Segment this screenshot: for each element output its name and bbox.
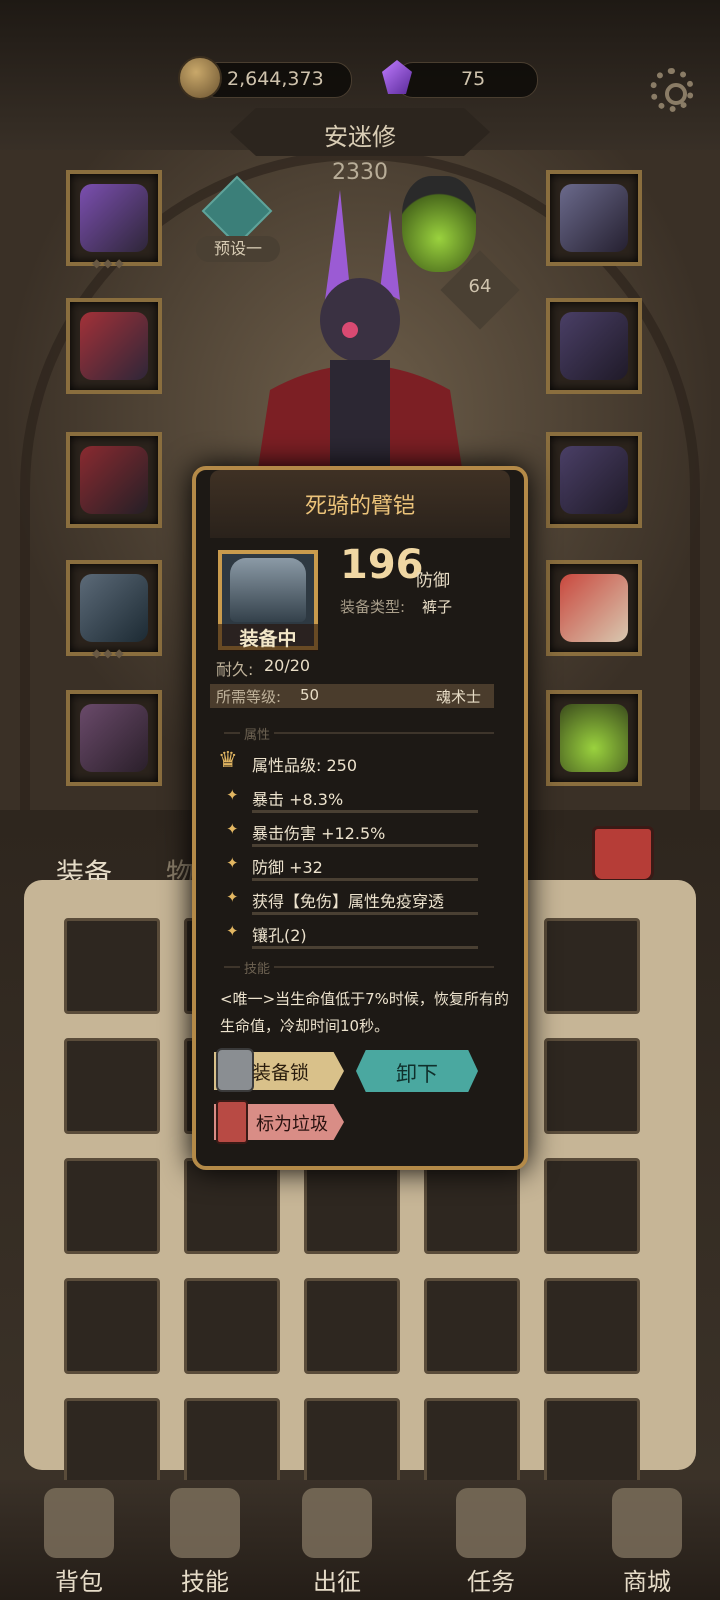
attribute-line: 暴击 +8.3% [252, 790, 344, 809]
defense-value: 196 [340, 542, 424, 588]
equip-slot-accessory-3[interactable] [546, 432, 642, 528]
inventory-slot[interactable] [544, 1158, 640, 1254]
attribute-star-icon: ✦ [226, 786, 239, 804]
pet-potion-icon[interactable] [402, 176, 476, 272]
skill-book-icon[interactable] [170, 1488, 240, 1558]
shop-icon[interactable] [612, 1488, 682, 1558]
item-name: 死骑的臂铠 [304, 494, 415, 519]
mark-as-junk-label: 标为垃圾 [256, 1114, 328, 1135]
sword-map-icon[interactable] [302, 1488, 372, 1558]
trash-bin-icon[interactable] [592, 826, 654, 882]
attribute-line: 暴击伤害 +12.5% [252, 824, 386, 843]
item-type-value: 裤子 [422, 598, 453, 616]
durability-value: 20/20 [264, 656, 311, 675]
equip-slot-pet[interactable] [546, 690, 642, 786]
quality-crown-icon: ♛ [218, 748, 238, 773]
inventory-slot[interactable] [64, 1038, 160, 1134]
item-type-label: 装备类型: [340, 598, 406, 616]
attribute-star-icon: ✦ [226, 820, 239, 838]
attributes-section-title: 属性 [240, 724, 275, 743]
attribute-star-icon: ✦ [226, 888, 239, 906]
inventory-slot[interactable] [424, 1278, 520, 1374]
attribute-underline [252, 810, 478, 813]
slot-gem-sockets: ◆◆◆ [92, 646, 126, 660]
helmet-item-icon [80, 184, 148, 252]
inventory-slot[interactable] [304, 1158, 400, 1254]
potion-item-icon [560, 704, 628, 772]
equip-slot-weapon[interactable] [546, 560, 642, 656]
inventory-slot[interactable] [544, 918, 640, 1014]
equip-slot-helmet[interactable]: ◆◆◆ [66, 170, 162, 270]
pants-item-icon [80, 574, 148, 642]
equip-slot-pants[interactable]: ◆◆◆ [66, 560, 162, 660]
nav-label[interactable]: 任务 [441, 1562, 541, 1597]
equip-slot-boots[interactable] [66, 690, 162, 786]
nav-label[interactable]: 出征 [287, 1562, 387, 1597]
attribute-line: 镶孔(2) [252, 926, 307, 945]
nav-label[interactable]: 技能 [155, 1562, 255, 1597]
skill-description: <唯一>当生命值低于7%时候，恢复所有的生命值，冷却时间10秒。 [220, 990, 509, 1035]
gold-counter: 2,644,373 [200, 62, 352, 98]
preset-selector[interactable]: 预设一 [196, 236, 280, 262]
attribute-line: 防御 +32 [252, 858, 323, 877]
backpack-icon[interactable] [44, 1488, 114, 1558]
attribute-underline [252, 946, 478, 949]
equip-slot-chest[interactable] [66, 298, 162, 394]
attribute-line: 获得【免伤】属性免疫穿透 [252, 892, 445, 911]
attribute-star-icon: ✦ [226, 922, 239, 940]
hero-name: 安迷修 [324, 123, 396, 151]
gloves-item-icon [80, 446, 148, 514]
chest-item-icon [80, 312, 148, 380]
inventory-slot[interactable] [544, 1278, 640, 1374]
defense-label: 防御 [416, 571, 450, 591]
attribute-underline [252, 844, 478, 847]
inventory-slot[interactable] [184, 1158, 280, 1254]
inventory-slot[interactable] [304, 1278, 400, 1374]
gem-amount: 75 [461, 68, 486, 90]
inventory-slot[interactable] [544, 1038, 640, 1134]
inventory-slot[interactable] [64, 1278, 160, 1374]
gold-coin-icon [178, 56, 222, 100]
lock-icon [216, 1048, 254, 1092]
gem-counter: 75 [396, 62, 538, 98]
helmet-eye [342, 322, 358, 338]
inventory-slot[interactable] [64, 1158, 160, 1254]
inventory-slot[interactable] [184, 1278, 280, 1374]
required-class: 魂术士 [436, 688, 482, 706]
attribute-underline [252, 878, 478, 881]
required-level-value: 50 [300, 686, 320, 704]
unequip-label: 卸下 [396, 1062, 438, 1086]
gold-amount: 2,644,373 [227, 68, 324, 90]
staff-item-icon [560, 574, 628, 642]
attribute-quality: 属性品级: 250 [252, 756, 358, 775]
equip-slot-accessory-2[interactable] [546, 298, 642, 394]
equip-slot-gloves[interactable] [66, 432, 162, 528]
attribute-star-icon: ✦ [226, 854, 239, 872]
equipment-lock-label: 装备锁 [252, 1062, 310, 1084]
inventory-slot[interactable] [424, 1158, 520, 1254]
helmet [320, 278, 400, 362]
hero-power: 2330 [332, 160, 388, 185]
accessory-item-icon [560, 184, 628, 252]
equip-slot-accessory-1[interactable] [546, 170, 642, 266]
chain-item-icon [560, 446, 628, 514]
settings-gear-icon[interactable] [650, 68, 694, 112]
boots-item-icon [80, 704, 148, 772]
inventory-slot[interactable] [64, 918, 160, 1014]
pet-level: 64 [468, 276, 492, 297]
attribute-underline [252, 912, 478, 915]
scroll-icon[interactable] [456, 1488, 526, 1558]
nav-label[interactable]: 背包 [29, 1562, 129, 1597]
arm-guard-item-icon [230, 558, 306, 622]
skill-section-title: 技能 [240, 958, 275, 977]
durability-label: 耐久: [216, 660, 254, 679]
nav-label[interactable]: 商城 [597, 1562, 697, 1597]
junk-bin-icon [216, 1100, 248, 1144]
equipped-badge: 装备中 [218, 624, 318, 651]
required-level-label: 所需等级: [216, 688, 282, 706]
slot-gem-sockets: ◆◆◆ [92, 256, 126, 270]
chain-item-icon [560, 312, 628, 380]
